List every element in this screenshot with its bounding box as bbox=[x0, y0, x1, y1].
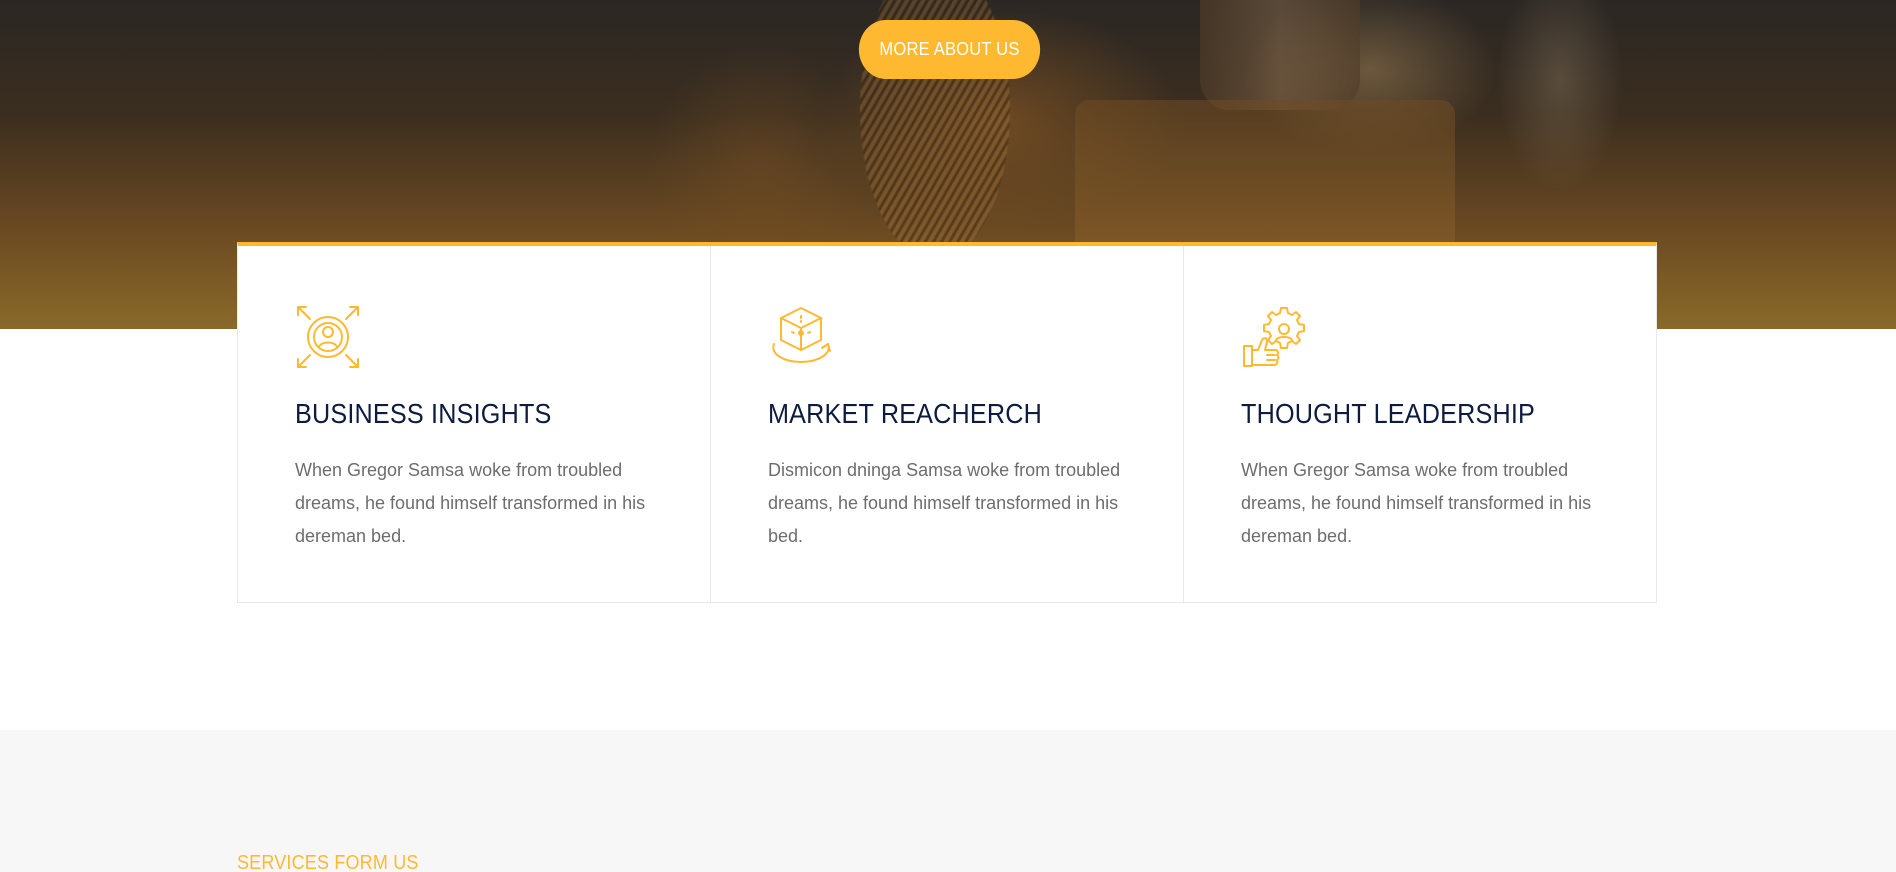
services-section: SERVICES FORM US bbox=[0, 730, 1896, 872]
page: MORE ABOUT US BUSINESS INSIGHTS When Gre… bbox=[0, 0, 1896, 872]
feature-card-thought-leadership: THOUGHT LEADERSHIP When Gregor Samsa wok… bbox=[1184, 246, 1656, 602]
services-subtitle: SERVICES FORM US bbox=[237, 852, 419, 872]
feature-card-market-research: MARKET REACHERCH Dismicon dninga Samsa w… bbox=[711, 246, 1184, 602]
features-row: BUSINESS INSIGHTS When Gregor Samsa woke… bbox=[237, 242, 1657, 603]
business-insights-icon bbox=[297, 306, 359, 368]
feature-description: Dismicon dninga Samsa woke from troubled… bbox=[768, 460, 1121, 546]
more-about-us-button[interactable]: MORE ABOUT US bbox=[858, 20, 1041, 79]
feature-description: When Gregor Samsa woke from troubled dre… bbox=[295, 460, 646, 546]
feature-card-business-insights: BUSINESS INSIGHTS When Gregor Samsa woke… bbox=[238, 246, 711, 602]
hero-background-detail bbox=[1200, 0, 1360, 110]
market-research-icon bbox=[772, 307, 831, 363]
feature-title: BUSINESS INSIGHTS bbox=[295, 398, 552, 429]
feature-description: When Gregor Samsa woke from troubled dre… bbox=[1241, 460, 1592, 546]
feature-title: THOUGHT LEADERSHIP bbox=[1241, 398, 1536, 429]
thought-leadership-icon bbox=[1243, 307, 1305, 367]
feature-title: MARKET REACHERCH bbox=[768, 398, 1043, 429]
